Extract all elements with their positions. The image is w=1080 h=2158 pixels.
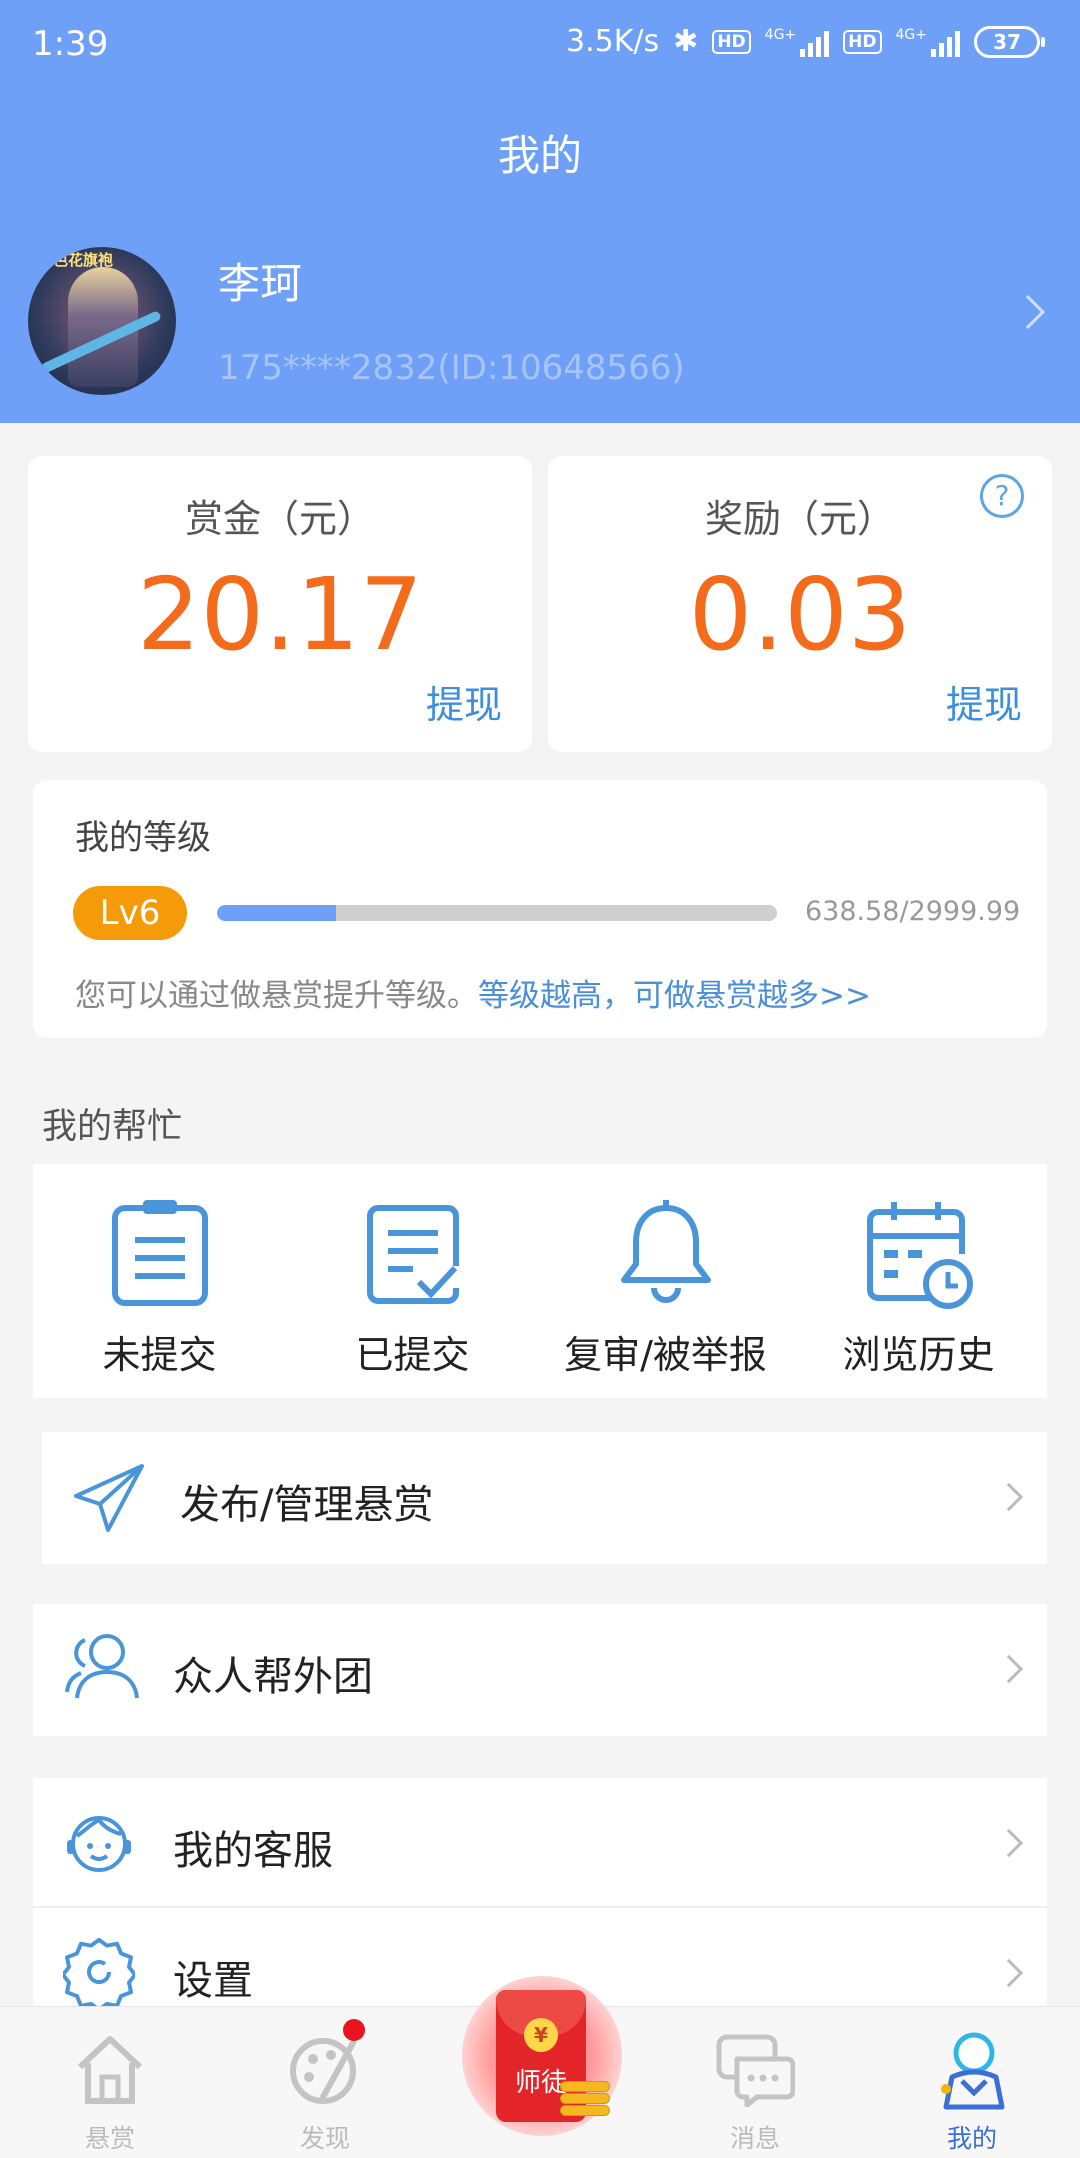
- network-type-2: 4G+: [895, 26, 928, 43]
- level-hint-text: 您可以通过做悬赏提升等级。: [75, 978, 478, 1014]
- document-check-icon: [366, 1205, 459, 1304]
- signal-icon-2: 4G+: [895, 26, 960, 57]
- help-item-submitted[interactable]: 已提交: [286, 1164, 539, 1398]
- tab-label: 我的: [946, 2124, 997, 2153]
- bell-icon: [620, 1200, 711, 1303]
- reward-label: 奖励（元）: [704, 497, 895, 541]
- help-item-review[interactable]: 复审/被举报: [539, 1164, 792, 1398]
- user-name[interactable]: 李珂: [218, 250, 302, 311]
- level-title: 我的等级: [75, 818, 211, 858]
- tab-bounty[interactable]: 悬赏: [20, 2007, 200, 2158]
- gear-icon: [63, 1937, 135, 2008]
- network-speed: 3.5K/s: [566, 24, 660, 59]
- tab-label: 发现: [299, 2124, 350, 2153]
- help-item-label: 浏览历史: [842, 1333, 995, 1377]
- bluetooth-icon: ✱: [673, 24, 699, 59]
- help-item-label: 未提交: [102, 1333, 217, 1377]
- hd-badge-2: HD: [843, 29, 882, 54]
- network-type: 4G+: [764, 26, 797, 43]
- reward-card: ? 奖励（元） 0.03 提现: [548, 456, 1052, 752]
- tab-label: 悬赏: [84, 2124, 135, 2153]
- level-card: 我的等级 Lv6 638.58/2999.99 您可以通过做悬赏提升等级。等级越…: [33, 780, 1047, 1038]
- level-badge: Lv6: [73, 886, 187, 940]
- hd-badge: HD: [712, 29, 751, 54]
- notification-dot: [343, 2019, 365, 2041]
- level-progress-bar: [217, 905, 777, 921]
- bounty-value: 20.17: [136, 556, 424, 673]
- help-panel: 未提交 已提交 复审/被举报 浏览历史: [33, 1164, 1047, 1398]
- bounty-card: 赏金（元） 20.17 提现: [28, 456, 532, 752]
- profile-icon: [941, 2032, 1005, 2110]
- tab-messages[interactable]: 消息: [665, 2007, 845, 2158]
- clipboard-icon: [111, 1200, 208, 1306]
- reward-withdraw-button[interactable]: 提现: [946, 674, 1022, 729]
- tab-mentor[interactable]: ¥ 师徒: [458, 1970, 622, 2158]
- users-icon: [65, 1634, 139, 1699]
- palette-icon: [290, 2038, 356, 2104]
- page-title: 我的: [497, 131, 582, 180]
- help-section-title: 我的帮忙: [42, 1107, 183, 1147]
- battery-icon: 37: [974, 25, 1045, 58]
- tab-discover[interactable]: 发现: [235, 2007, 415, 2158]
- calendar-clock-icon: [866, 1202, 973, 1309]
- menu-publish-manage[interactable]: 发布/管理悬赏: [42, 1432, 1047, 1564]
- menu-customer-service[interactable]: 我的客服: [33, 1778, 1047, 1910]
- home-icon: [77, 2036, 143, 2104]
- customer-service-icon: [67, 1816, 131, 1872]
- user-id: 175****2832(ID:10648566): [218, 348, 685, 388]
- paper-plane-icon: [74, 1464, 144, 1532]
- help-item-label: 已提交: [355, 1333, 470, 1377]
- menu-label: 众人帮外团: [173, 1654, 373, 1700]
- avatar-tag: 红色花旗袍: [38, 251, 114, 269]
- chevron-right-icon: [994, 1958, 1024, 1988]
- status-indicators: 3.5K/s ✱ HD 4G+ HD 4G+ 37: [566, 24, 1045, 59]
- avatar[interactable]: 红色花旗袍: [28, 247, 176, 395]
- level-progress-text: 638.58/2999.99: [805, 896, 1021, 927]
- signal-icon: 4G+: [765, 27, 830, 57]
- reward-value: 0.03: [688, 556, 912, 673]
- help-item-history[interactable]: 浏览历史: [792, 1164, 1045, 1398]
- help-item-unsubmitted[interactable]: 未提交: [33, 1164, 286, 1398]
- help-item-label: 复审/被举报: [564, 1333, 767, 1377]
- menu-label: 设置: [173, 1958, 253, 2004]
- level-progress-fill: [217, 905, 337, 921]
- profile-header: 1:39 3.5K/s ✱ HD 4G+ HD 4G+ 37 我的 红色花旗袍 …: [0, 0, 1080, 423]
- bounty-label: 赏金（元）: [184, 497, 375, 541]
- chat-icon: [716, 2034, 795, 2107]
- yen-coin-icon: ¥: [524, 2018, 558, 2052]
- status-bar: 1:39 3.5K/s ✱ HD 4G+ HD 4G+ 37: [0, 0, 1080, 90]
- status-time: 1:39: [32, 24, 109, 64]
- chevron-right-icon: [994, 1828, 1024, 1858]
- chevron-right-icon: [994, 1654, 1024, 1684]
- menu-label: 发布/管理悬赏: [180, 1482, 434, 1528]
- level-hint-link[interactable]: 等级越高，可做悬赏越多>>: [478, 978, 871, 1014]
- menu-label: 我的客服: [173, 1828, 333, 1874]
- tab-label: 消息: [729, 2124, 780, 2153]
- chevron-right-icon[interactable]: [1011, 295, 1045, 329]
- tab-mine[interactable]: 我的: [882, 2007, 1062, 2158]
- level-hint: 您可以通过做悬赏提升等级。等级越高，可做悬赏越多>>: [75, 970, 871, 1015]
- my-page: 1:39 3.5K/s ✱ HD 4G+ HD 4G+ 37 我的 红色花旗袍 …: [0, 0, 1080, 2158]
- menu-team[interactable]: 众人帮外团: [33, 1604, 1047, 1736]
- chevron-right-icon: [994, 1482, 1024, 1512]
- bounty-withdraw-button[interactable]: 提现: [426, 674, 502, 729]
- coin-stack-icon: [560, 2080, 610, 2126]
